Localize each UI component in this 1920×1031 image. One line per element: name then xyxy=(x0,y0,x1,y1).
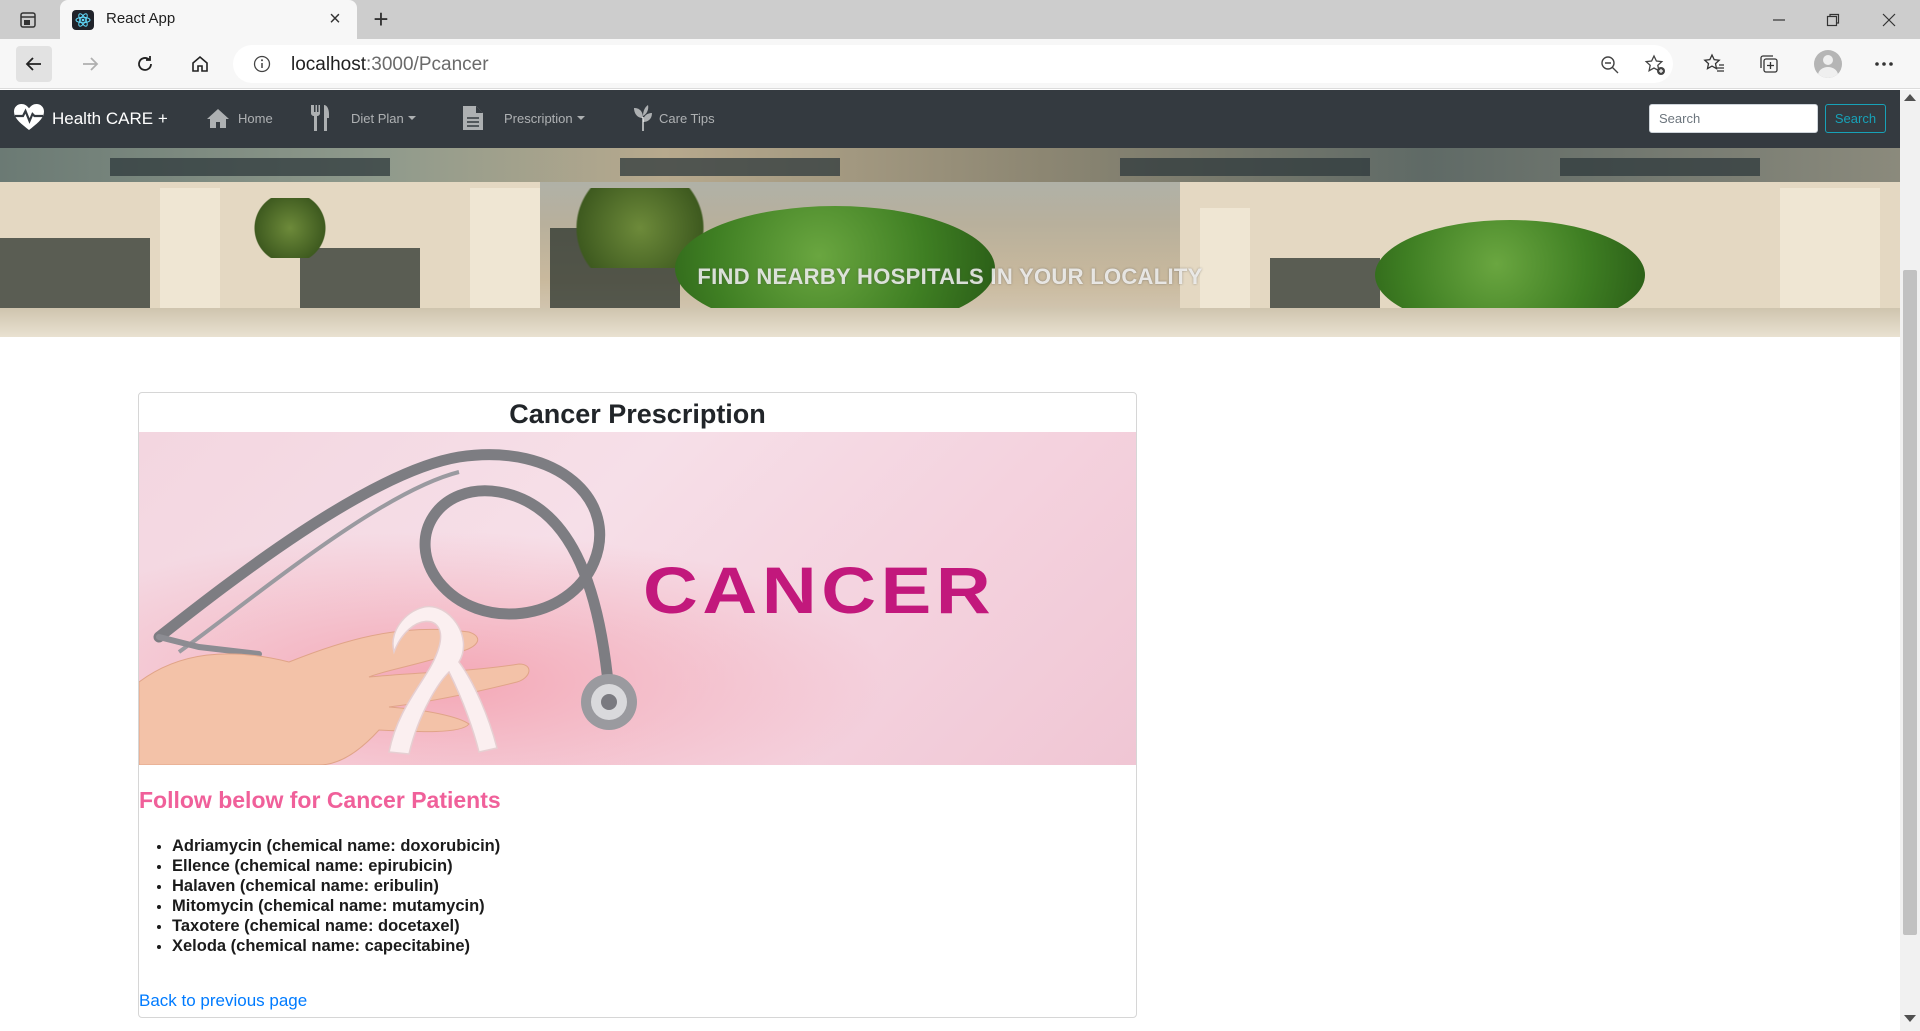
url-path: :3000/Pcancer xyxy=(366,54,489,75)
minimize-icon[interactable] xyxy=(1756,0,1802,39)
page-scrollbar[interactable] xyxy=(1900,90,1920,1031)
list-item: Mitomycin (chemical name: mutamycin) xyxy=(172,896,500,916)
search-button[interactable]: Search xyxy=(1825,104,1886,133)
nav-diet-plan-label: Diet Plan xyxy=(351,110,404,126)
nav-prescription-label: Prescription xyxy=(504,110,573,126)
collections-icon[interactable] xyxy=(1753,48,1785,80)
browser-tab-bar: React App × + xyxy=(0,0,1920,39)
back-link[interactable]: Back to previous page xyxy=(139,991,307,1011)
site-info-icon[interactable] xyxy=(253,55,271,73)
app-navbar: Health CARE + Home Diet Plan Prescriptio… xyxy=(0,90,1900,148)
close-window-icon[interactable] xyxy=(1866,0,1912,39)
list-item: Adriamycin (chemical name: doxorubicin) xyxy=(172,836,500,856)
heart-pulse-icon xyxy=(14,104,44,130)
list-item: Xeloda (chemical name: capecitabine) xyxy=(172,936,500,956)
leaf-icon xyxy=(631,104,655,132)
list-item: Halaven (chemical name: eribulin) xyxy=(172,876,500,896)
prescription-card: Cancer Prescription CANCER Follow below … xyxy=(138,392,1137,1018)
home-icon xyxy=(206,107,230,129)
url-text: localhost:3000/Pcancer xyxy=(291,54,489,76)
list-item: Taxotere (chemical name: docetaxel) xyxy=(172,916,500,936)
tab-close-icon[interactable]: × xyxy=(325,9,345,29)
back-arrow-icon[interactable] xyxy=(16,46,52,82)
more-options-icon[interactable] xyxy=(1868,48,1900,80)
restore-icon[interactable] xyxy=(1810,0,1856,39)
browser-tab-active[interactable]: React App × xyxy=(60,0,357,39)
tab-actions-icon[interactable] xyxy=(16,9,40,31)
nav-home[interactable]: Home xyxy=(206,100,273,136)
chevron-down-icon xyxy=(576,116,585,120)
medication-list: Adriamycin (chemical name: doxorubicin) … xyxy=(172,836,500,956)
url-field[interactable]: localhost:3000/Pcancer xyxy=(233,45,1673,83)
card-title: Cancer Prescription xyxy=(509,399,766,429)
hero-text: FIND NEARBY HOSPITALS IN YOUR LOCALITY xyxy=(697,264,1203,289)
nav-diet-plan[interactable]: Diet Plan xyxy=(309,100,416,136)
scroll-thumb[interactable] xyxy=(1903,270,1917,935)
nav-care-tips[interactable]: Care Tips xyxy=(631,100,715,136)
nav-care-tips-label: Care Tips xyxy=(659,110,715,126)
chevron-down-icon xyxy=(407,116,416,120)
scroll-down-arrow-icon[interactable] xyxy=(1904,1015,1916,1022)
react-favicon-icon xyxy=(72,10,94,30)
card-subtitle: Follow below for Cancer Patients xyxy=(139,787,501,813)
utensils-icon xyxy=(309,104,331,132)
new-tab-icon[interactable]: + xyxy=(368,6,394,33)
browser-address-bar: localhost:3000/Pcancer xyxy=(0,39,1920,89)
favorites-icon[interactable] xyxy=(1698,48,1730,80)
nav-home-label: Home xyxy=(238,110,273,126)
profile-avatar-icon[interactable] xyxy=(1812,48,1844,80)
hero-banner[interactable]: FIND NEARBY HOSPITALS IN YOUR LOCALITY xyxy=(0,148,1900,337)
url-host: localhost xyxy=(291,54,366,75)
scroll-up-arrow-icon[interactable] xyxy=(1904,94,1916,101)
brand-name: Health CARE + xyxy=(52,109,168,128)
document-icon xyxy=(462,105,484,131)
nav-prescription[interactable]: Prescription xyxy=(462,100,585,136)
search-input[interactable] xyxy=(1649,104,1818,133)
cancer-image-text: CANCER xyxy=(643,553,996,627)
cancer-banner-image: CANCER xyxy=(139,432,1136,765)
home-browser-icon[interactable] xyxy=(182,46,218,82)
brand-logo[interactable]: Health CARE + xyxy=(12,102,168,132)
zoom-out-icon[interactable] xyxy=(1599,54,1621,76)
list-item: Ellence (chemical name: epirubicin) xyxy=(172,856,500,876)
tab-title: React App xyxy=(106,10,176,27)
reload-icon[interactable] xyxy=(127,46,163,82)
forward-arrow-icon[interactable] xyxy=(72,46,108,82)
page-viewport: Health CARE + Home Diet Plan Prescriptio… xyxy=(0,90,1900,1031)
add-favorite-icon[interactable] xyxy=(1644,54,1666,76)
